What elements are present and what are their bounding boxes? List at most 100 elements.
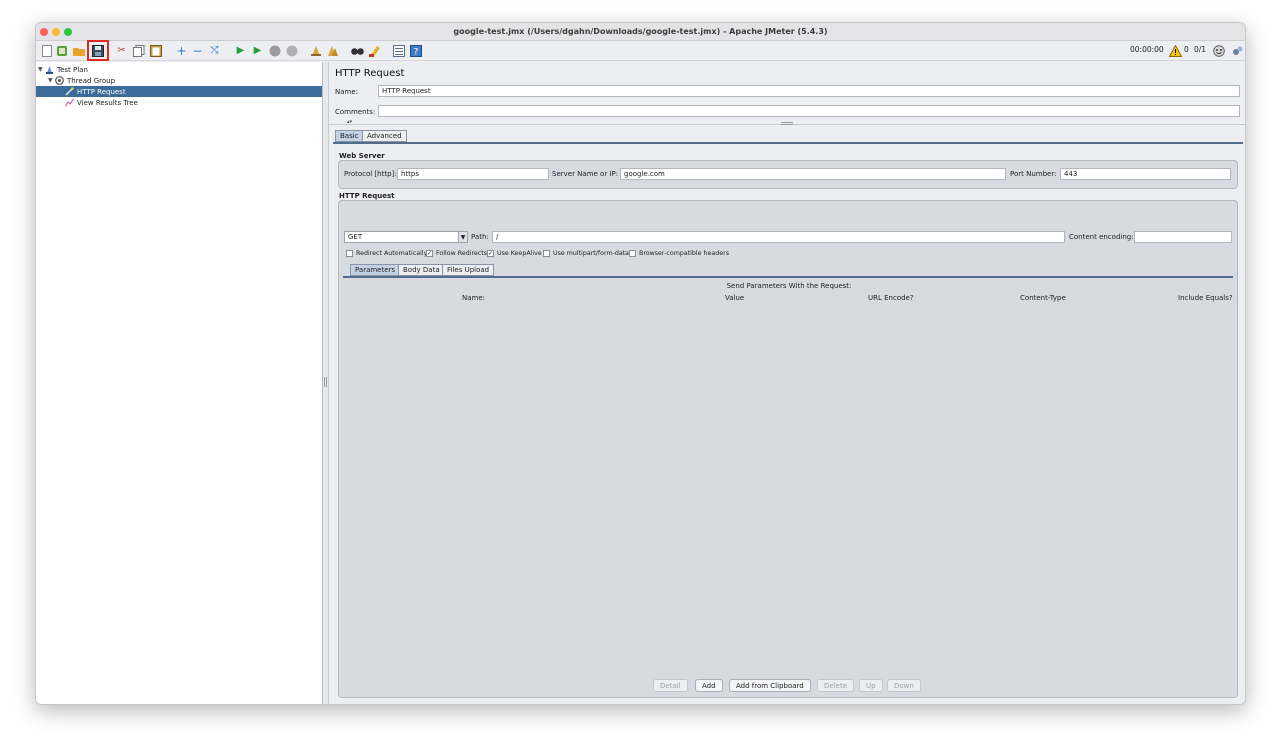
checkbox-label: Use multipart/form-data — [553, 250, 630, 257]
test-plan-icon — [45, 65, 54, 74]
clear-icon[interactable] — [309, 44, 322, 57]
test-plan-tree: ▼ Test Plan ▼ Thread Group HTTP Request … — [36, 62, 323, 704]
tree-item-test-plan[interactable]: ▼ Test Plan — [38, 64, 318, 75]
parameters-table-body[interactable] — [343, 305, 1235, 663]
checkmark-icon[interactable]: ✓ — [426, 250, 433, 257]
active-threads: 0/1 — [1194, 45, 1207, 54]
stop-icon[interactable] — [268, 44, 281, 57]
tab-body-data[interactable]: Body Data — [398, 264, 445, 276]
log-viewer-icon[interactable] — [1231, 44, 1244, 57]
http-request-title: HTTP Request — [339, 192, 395, 200]
remote-status-icon — [1212, 44, 1225, 57]
title-bar: google-test.jmx (/Users/dgahn/Downloads/… — [36, 23, 1245, 41]
templates-icon[interactable] — [55, 44, 68, 57]
collapse-icon[interactable]: − — [191, 44, 204, 57]
checkbox-label: Redirect Automatically — [356, 250, 428, 257]
search-icon[interactable] — [351, 44, 364, 57]
checkbox-label: Browser-compatible headers — [639, 250, 729, 257]
cut-icon[interactable]: ✂ — [115, 44, 128, 57]
tab-advanced[interactable]: Advanced — [362, 130, 407, 142]
down-button[interactable]: Down — [887, 679, 921, 692]
help-icon[interactable]: ? — [409, 44, 422, 57]
column-header-content-type[interactable]: Content-Type — [1020, 294, 1066, 302]
tab-files-upload[interactable]: Files Upload — [442, 264, 495, 276]
tree-item-label: Thread Group — [67, 76, 116, 85]
method-select[interactable]: GET ▼ — [344, 231, 468, 243]
http-request-group: GET ▼ Path: / Content encoding: Redirect… — [338, 200, 1238, 698]
comments-label: Comments: — [335, 108, 376, 116]
content-encoding-field[interactable] — [1134, 231, 1232, 243]
port-number-field[interactable]: 443 — [1060, 168, 1231, 180]
checkbox-box[interactable] — [346, 250, 353, 257]
port-number-label: Port Number: — [1010, 170, 1057, 178]
use-multipart-checkbox[interactable]: Use multipart/form-data — [543, 249, 629, 258]
svg-text:?: ? — [413, 47, 418, 57]
method-value: GET — [348, 233, 363, 241]
thread-group-icon — [55, 76, 64, 85]
up-button[interactable]: Up — [859, 679, 883, 692]
copy-icon[interactable] — [132, 44, 145, 57]
warning-icon[interactable] — [1169, 44, 1182, 57]
listener-icon — [65, 98, 74, 107]
comments-field[interactable] — [378, 105, 1240, 117]
window-title: google-test.jmx (/Users/dgahn/Downloads/… — [453, 27, 828, 36]
tab-basic[interactable]: Basic — [335, 130, 364, 142]
web-server-group: Protocol [http]: https Server Name or IP… — [338, 160, 1238, 189]
content-encoding-label: Content encoding: — [1069, 233, 1134, 241]
new-icon[interactable] — [40, 44, 53, 57]
add-button[interactable]: Add — [695, 679, 723, 692]
expand-toggle-icon[interactable]: ▼ — [48, 77, 55, 84]
protocol-field[interactable]: https — [397, 168, 549, 180]
delete-button[interactable]: Delete — [817, 679, 854, 692]
server-name-field[interactable]: google.com — [620, 168, 1006, 180]
checkbox-box[interactable] — [543, 250, 550, 257]
open-icon[interactable] — [72, 44, 85, 57]
start-no-pause-icon[interactable]: ▶ — [251, 44, 264, 57]
add-from-clipboard-button[interactable]: Add from Clipboard — [729, 679, 811, 692]
name-field[interactable]: HTTP Request — [378, 85, 1240, 97]
redirect-automatically-checkbox[interactable]: Redirect Automatically — [346, 249, 427, 258]
paste-icon[interactable] — [149, 44, 162, 57]
name-label: Name: — [335, 88, 359, 96]
checkbox-label: Use KeepAlive — [497, 250, 542, 257]
browser-compatible-checkbox[interactable]: Browser-compatible headers — [629, 249, 729, 258]
checkbox-label: Follow Redirects — [436, 250, 488, 257]
follow-redirects-checkbox[interactable]: ✓ Follow Redirects — [426, 249, 487, 258]
expand-toggle-icon[interactable]: ▼ — [38, 66, 45, 73]
column-header-include-equals[interactable]: Include Equals? — [1178, 294, 1233, 302]
subtab-underline — [343, 276, 1233, 278]
toggle-icon[interactable]: ⤭ — [208, 44, 221, 57]
reset-search-icon[interactable] — [368, 44, 381, 57]
tab-parameters[interactable]: Parameters — [350, 264, 401, 276]
main-toolbar: ✂ + − ⤭ ▶ ▶ ? 00:00:00 0 0/1 — [36, 40, 1245, 61]
tree-item-view-results-tree[interactable]: View Results Tree — [65, 97, 315, 108]
splitter-grip[interactable] — [324, 377, 327, 387]
use-keepalive-checkbox[interactable]: ✓ Use KeepAlive — [487, 249, 542, 258]
function-helper-icon[interactable] — [392, 44, 405, 57]
tree-item-label: Test Plan — [57, 65, 88, 74]
save-icon[interactable] — [91, 44, 104, 57]
path-field[interactable]: / — [492, 231, 1065, 243]
clear-all-icon[interactable] — [326, 44, 339, 57]
expand-icon[interactable]: + — [175, 44, 188, 57]
tree-item-http-request[interactable]: HTTP Request — [36, 86, 322, 97]
elapsed-timer: 00:00:00 — [1130, 45, 1164, 54]
tree-item-thread-group[interactable]: ▼ Thread Group — [48, 75, 318, 86]
start-icon[interactable]: ▶ — [234, 44, 247, 57]
shutdown-icon[interactable] — [285, 44, 298, 57]
page-title: HTTP Request — [335, 68, 405, 79]
checkmark-icon[interactable]: ✓ — [487, 250, 494, 257]
protocol-label: Protocol [http]: — [344, 170, 397, 178]
chevron-down-icon[interactable]: ▼ — [458, 232, 467, 242]
web-server-title: Web Server — [339, 152, 385, 160]
column-header-value[interactable]: Value — [725, 294, 744, 302]
warning-count: 0 — [1184, 45, 1189, 54]
divider-grip-icon[interactable] — [781, 122, 793, 125]
http-sampler-icon — [65, 87, 74, 96]
jmeter-window: google-test.jmx (/Users/dgahn/Downloads/… — [35, 22, 1246, 705]
column-header-url-encode[interactable]: URL Encode? — [868, 294, 914, 302]
checkbox-box[interactable] — [629, 250, 636, 257]
parameters-caption: Send Parameters With the Request: — [726, 282, 852, 290]
column-header-name[interactable]: Name: — [462, 294, 485, 302]
detail-button[interactable]: Detail — [653, 679, 688, 692]
